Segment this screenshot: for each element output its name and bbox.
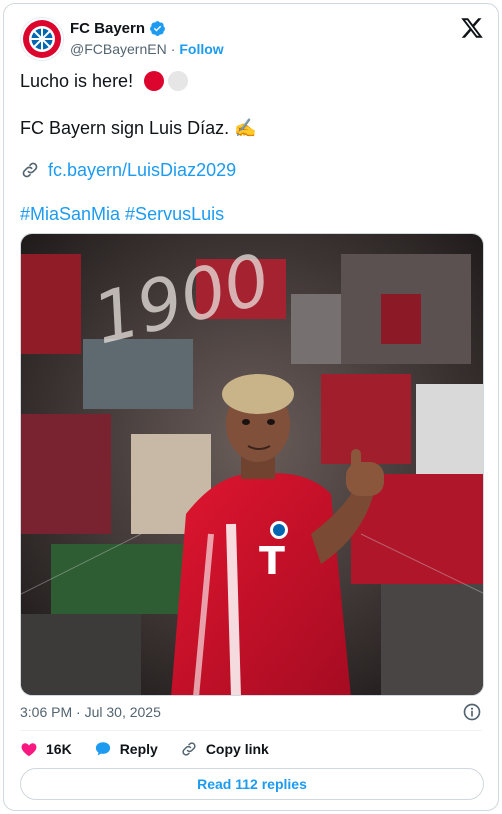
follow-button[interactable]: Follow [179,41,223,57]
x-logo-icon[interactable] [460,16,484,40]
copy-link-label: Copy link [205,741,269,757]
photo-illustration: 1900 T [21,234,483,695]
link-icon [22,162,38,178]
copy-link-icon [182,742,196,756]
tweet-media-photo[interactable]: 1900 T [20,233,484,696]
handle-row: @FCBayernEN · Follow [70,41,224,57]
red-circle-icon [144,71,165,91]
like-count: 16K [46,741,72,757]
divider [20,730,482,731]
tweet-text-line2: FC Bayern sign Luis Díaz. ✍️ [20,118,257,138]
info-icon[interactable] [462,702,482,722]
read-replies-label: Read 112 replies [197,776,307,792]
verified-badge-icon [150,21,165,36]
author-name-row[interactable]: FC Bayern [70,20,166,37]
white-circle-icon [168,71,189,91]
tweet-card: FC Bayern @FCBayernEN · Follow Lucho is … [3,3,499,811]
avatar[interactable] [20,17,64,61]
tweet-link[interactable]: fc.bayern/LuisDiaz2029 [48,159,236,181]
read-replies-button[interactable]: Read 112 replies [20,768,484,800]
reply-bubble-icon [95,742,110,756]
svg-text:T: T [259,539,285,583]
like-button[interactable]: 16K [20,740,72,758]
reply-label: Reply [119,741,158,757]
hashtags[interactable]: #MiaSanMia #ServusLuis [20,203,224,225]
display-name[interactable]: FC Bayern [70,20,145,37]
handle[interactable]: @FCBayernEN [70,41,167,57]
copy-link-button[interactable]: Copy link [180,740,269,758]
tweet-text-line1: Lucho is here! [20,71,134,91]
tweet-line-1: Lucho is here! [20,70,189,92]
bayern-logo-icon [23,20,61,58]
tweet-link-row[interactable]: fc.bayern/LuisDiaz2029 [20,159,236,181]
separator-dot: · [170,41,176,57]
reply-button[interactable]: Reply [94,740,158,758]
action-bar: 16K Reply Copy link [20,740,269,758]
timestamp[interactable]: 3:06 PM · Jul 30, 2025 [20,704,161,720]
heart-icon [21,743,37,757]
